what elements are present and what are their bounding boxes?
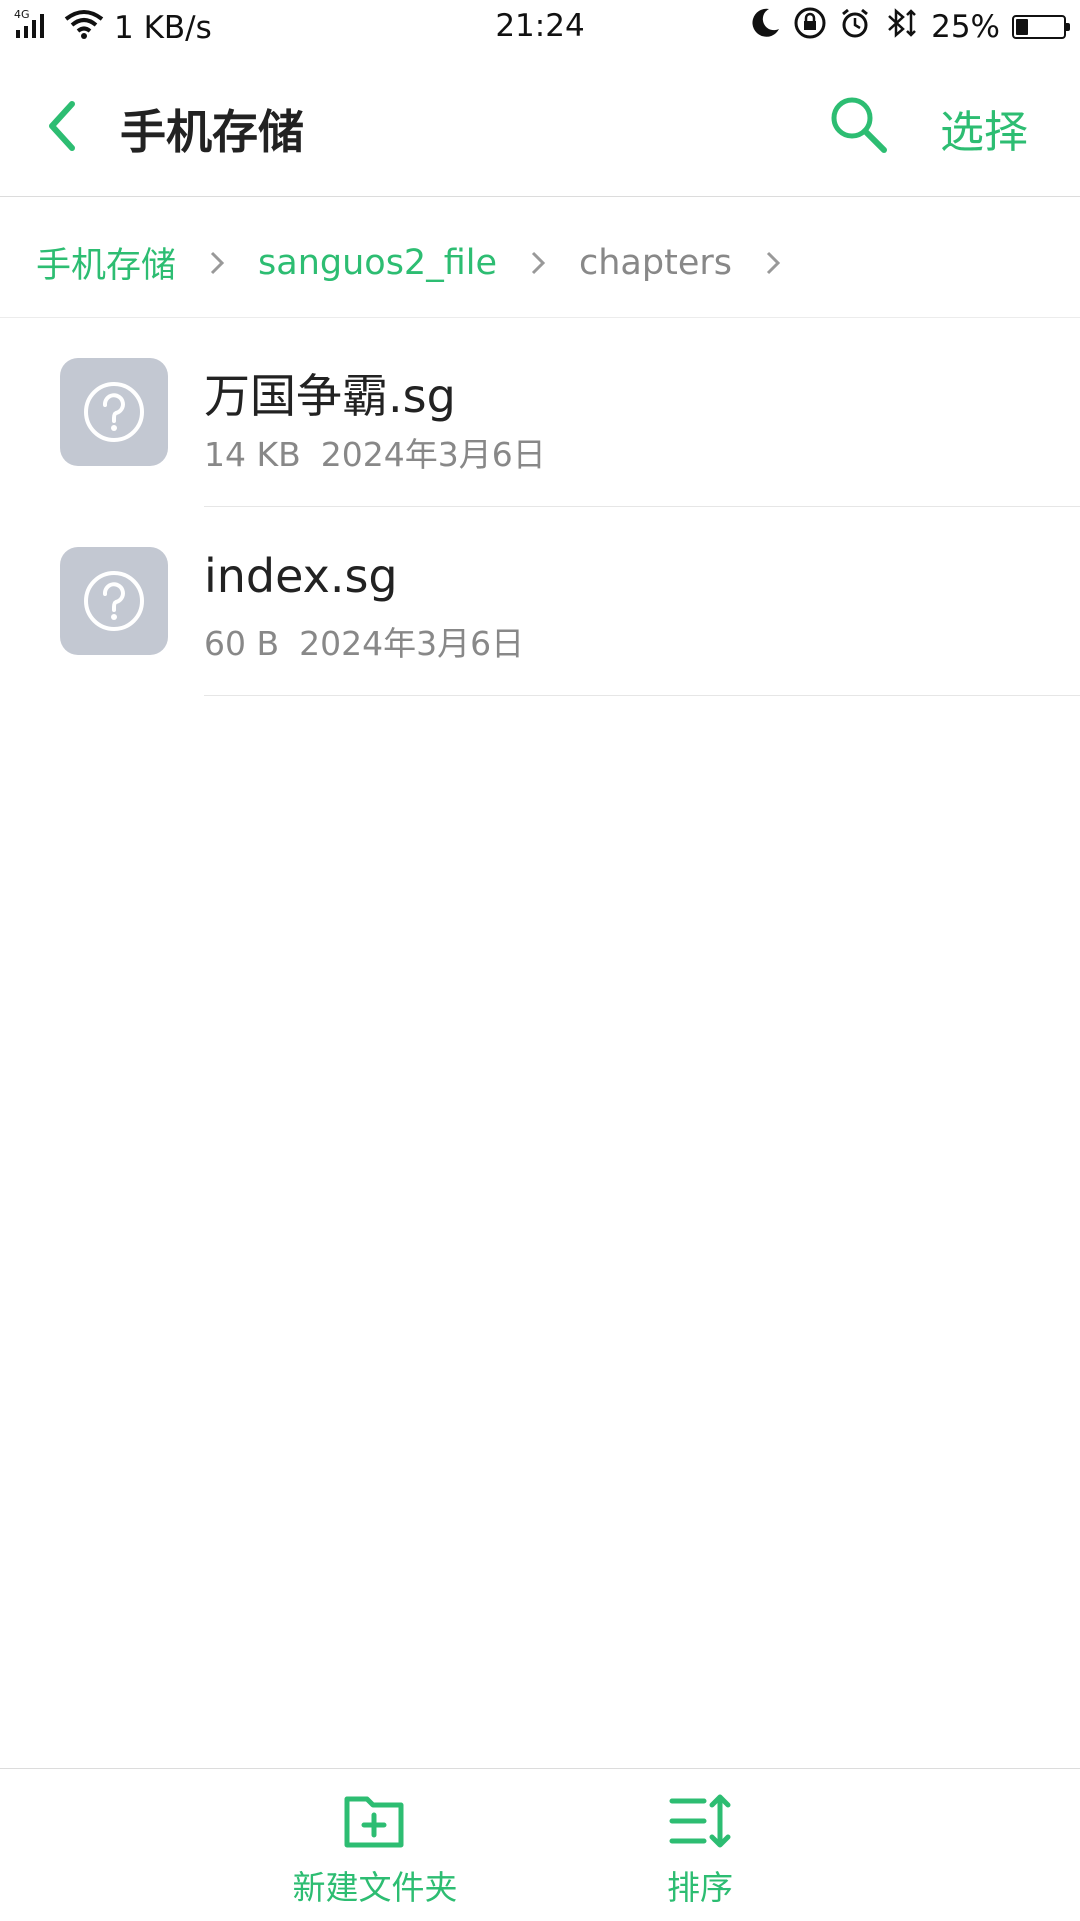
file-name: 万国争霸.sg xyxy=(204,369,456,423)
chevron-right-icon xyxy=(531,251,546,274)
status-bar: 4G 1 KB/s 21:24 25% xyxy=(0,0,1080,56)
new-folder-button[interactable]: 新建文件夹 xyxy=(290,1791,460,1909)
breadcrumb-item-phone-storage[interactable]: 手机存储 xyxy=(36,237,176,288)
back-button[interactable] xyxy=(38,94,88,158)
rotation-lock-icon xyxy=(793,6,827,48)
file-size: 14 KB xyxy=(204,435,301,474)
breadcrumb-path: 手机存储 sanguos2_file chapters xyxy=(36,237,814,288)
search-button[interactable] xyxy=(826,92,890,156)
row-divider xyxy=(204,695,1080,696)
sort-button[interactable]: 排序 xyxy=(640,1791,760,1909)
page-title: 手机存储 xyxy=(120,105,304,159)
file-size: 60 B xyxy=(204,624,280,663)
new-folder-icon xyxy=(344,1796,404,1848)
file-meta: 14 KB 2024年3月6日 xyxy=(204,428,546,476)
sort-label: 排序 xyxy=(667,1868,733,1907)
new-folder-label: 新建文件夹 xyxy=(292,1868,458,1907)
file-meta: 60 B 2024年3月6日 xyxy=(204,617,524,665)
unknown-file-icon xyxy=(60,547,168,655)
battery-level xyxy=(1016,19,1028,35)
file-row[interactable]: index.sg 60 B 2024年3月6日 xyxy=(0,507,1080,696)
breadcrumb-item-sanguos2-file[interactable]: sanguos2_file xyxy=(258,243,497,283)
sort-icon xyxy=(669,1794,731,1848)
chevron-right-icon xyxy=(210,251,225,274)
chevron-right-icon xyxy=(766,251,781,274)
back-arrow-icon xyxy=(49,101,75,151)
bluetooth-icon xyxy=(883,7,919,47)
app-bar: 手机存储 选择 xyxy=(0,56,1080,197)
select-button[interactable]: 选择 xyxy=(940,96,1028,160)
status-right: 25% xyxy=(749,6,1070,48)
breadcrumb-item-chapters[interactable]: chapters xyxy=(579,243,732,283)
search-icon xyxy=(831,97,887,153)
bottom-toolbar: 新建文件夹 排序 xyxy=(0,1768,1080,1921)
file-date: 2024年3月6日 xyxy=(299,624,525,663)
alarm-icon xyxy=(839,7,871,47)
battery-icon xyxy=(1012,15,1070,39)
battery-percent: 25% xyxy=(931,9,1000,45)
moon-icon xyxy=(749,7,781,47)
unknown-file-icon xyxy=(60,358,168,466)
file-name: index.sg xyxy=(204,549,398,603)
file-date: 2024年3月6日 xyxy=(320,435,546,474)
file-row[interactable]: 万国争霸.sg 14 KB 2024年3月6日 xyxy=(0,318,1080,507)
file-list: 万国争霸.sg 14 KB 2024年3月6日 index.sg 60 B 2024… xyxy=(0,318,1080,696)
breadcrumb: 手机存储 sanguos2_file chapters xyxy=(0,197,1080,318)
